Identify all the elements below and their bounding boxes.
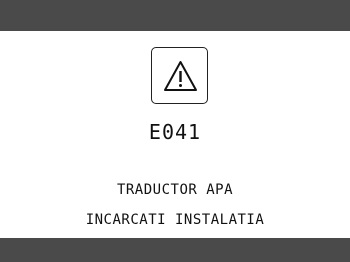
warning-icon-frame	[151, 47, 208, 104]
error-message-line-1: TRADUCTOR APA	[116, 182, 234, 198]
bottom-bar	[0, 238, 350, 262]
error-screen: E041 TRADUCTOR APA INCARCATI INSTALATIA	[0, 0, 350, 262]
top-bar	[0, 0, 350, 31]
error-message-line-2: INCARCATI INSTALATIA	[85, 212, 265, 228]
warning-icon	[164, 61, 197, 91]
error-code: E041	[148, 120, 202, 144]
